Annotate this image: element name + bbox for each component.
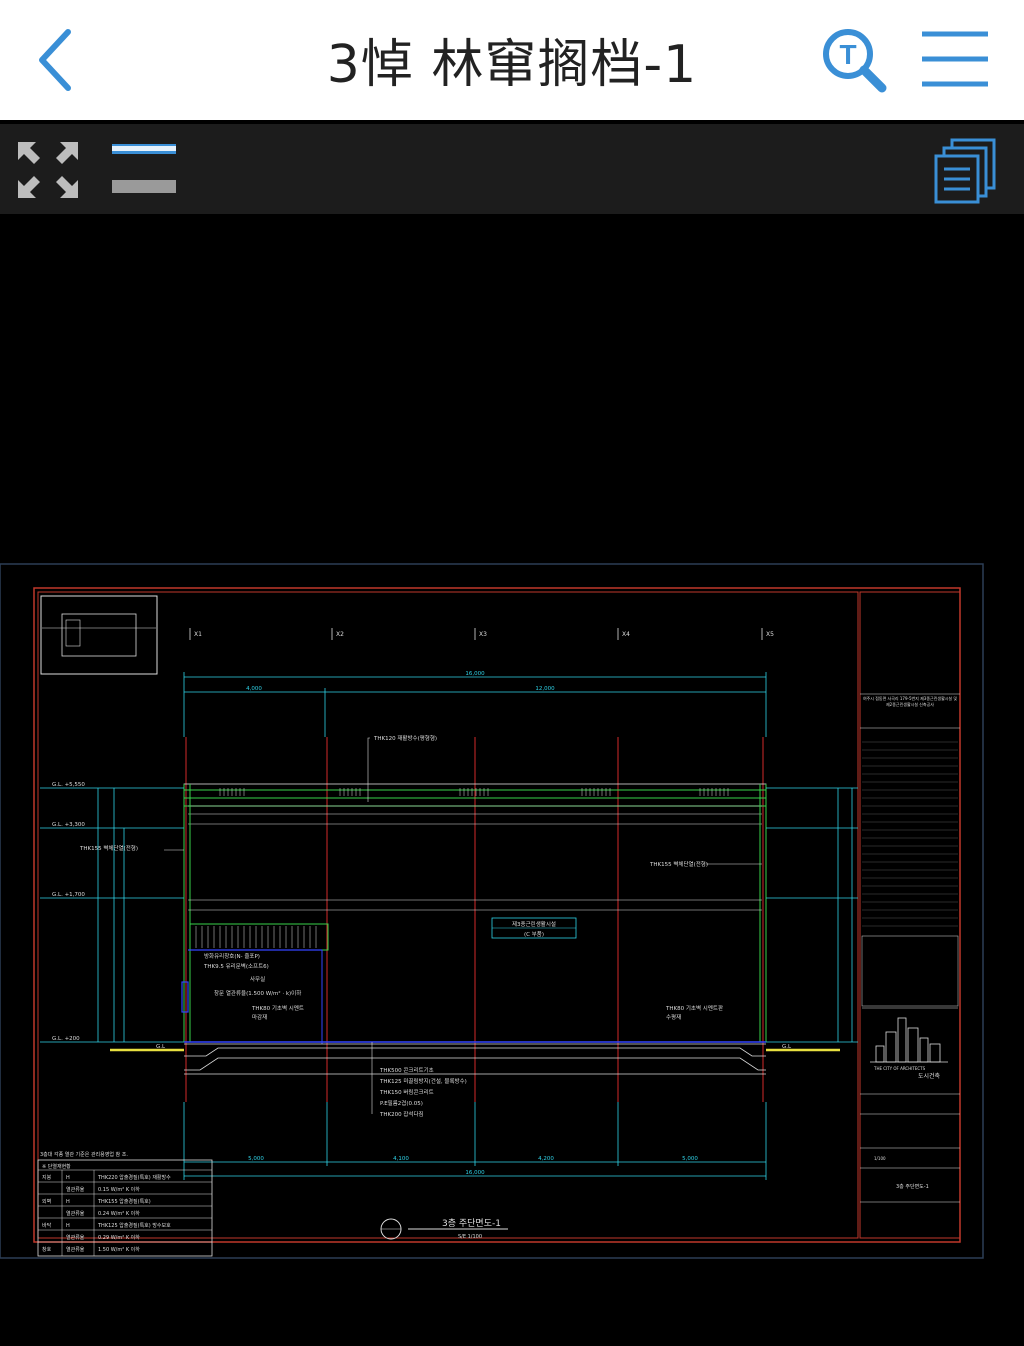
floor-note-right-1: THK80 기초벽 시멘트판 (665, 1004, 723, 1012)
svg-text:도시건축: 도시건축 (918, 1072, 941, 1080)
room-note-2: THK9.5 유리문벽(소프트6) (203, 962, 269, 970)
text-search-icon: T (823, 29, 887, 93)
svg-text:0.29 W/m² K 이하: 0.29 W/m² K 이하 (98, 1234, 140, 1241)
expand-arrows-icon (18, 142, 78, 198)
room-note-3: 사무실 (250, 975, 265, 983)
left-gl-label: G.L (156, 1044, 166, 1050)
slab-note-5: THK200 잡석다짐 (379, 1110, 424, 1118)
svg-text:0.15 W/m² K 이하: 0.15 W/m² K 이하 (98, 1186, 140, 1193)
sheet-title: 3층 주단면도-1 (442, 1218, 501, 1229)
column-grid-lines (185, 737, 764, 1102)
cad-drawing[interactable]: X1 X2 X3 X4 X5 16,000 4,000 12,000 G.L. … (0, 562, 984, 1260)
slab-note-3: THK150 버림콘크리트 (379, 1088, 434, 1096)
app-header: 3悼 林窜搁档-1 T (0, 0, 1024, 120)
svg-text:H: H (66, 1223, 70, 1229)
svg-text:바닥: 바닥 (42, 1222, 52, 1229)
right-gl-label: G.L (782, 1044, 792, 1050)
svg-text:외벽: 외벽 (42, 1198, 51, 1205)
svg-text:3층대 각종 열관 기준은 관리용영업 참 조.: 3층대 각종 열관 기준은 관리용영업 참 조. (40, 1151, 128, 1158)
floor-note-1: THK80 기초벽 시멘트 (251, 1004, 304, 1012)
svg-text:1/100: 1/100 (874, 1156, 886, 1161)
title-block-project: 여주시 점동면 사곡리 179-5번지 제3종근린생활시설 및 제2종근린생활시… (862, 696, 958, 707)
grid-label-4: X4 (622, 631, 630, 638)
grid-label-2: X2 (336, 631, 344, 638)
floor-note-2: 마감재 (252, 1013, 267, 1021)
room-note-4: 창문 열관류율(1.500 W/m² · k)이하 (214, 989, 301, 997)
grid-markers (189, 628, 763, 640)
sheet-scale: S/E 1/100 (458, 1234, 482, 1240)
top-dimension-2: 12,000 (535, 686, 555, 692)
level-label-3: G.L. +1,700 (52, 892, 85, 898)
level-label-4: G.L. +200 (52, 1036, 80, 1042)
level-label-1: G.L. +5,550 (52, 782, 85, 788)
hamburger-menu-icon (922, 31, 988, 87)
slab-note-4: P.E필름2겹(0.05) (380, 1099, 423, 1107)
slab-note-2: THK125 미끌림방지(건설, 블록방수) (379, 1077, 467, 1085)
bottom-dimension-4: 5,000 (682, 1156, 698, 1162)
document-stack-icon (934, 138, 996, 204)
sheet-border (33, 587, 961, 1243)
top-dimension-1: 4,000 (246, 686, 262, 692)
right-wall-note: THK155 벽체단열(전형) (649, 860, 708, 868)
layers-icon (112, 144, 176, 193)
drawing-canvas[interactable]: X1 X2 X3 X4 X5 16,000 4,000 12,000 G.L. … (0, 214, 1024, 1346)
insulation-legend: 3층대 각종 열관 기준은 관리용영업 참 조. ※ 단열재현황 지붕 H TH… (37, 1151, 213, 1257)
level-dimensions (40, 787, 858, 1043)
center-label-1: 제3종근린생활시설 (512, 920, 556, 928)
svg-text:THE CITY OF ARCHITECTS: THE CITY OF ARCHITECTS (873, 1066, 926, 1071)
svg-text:열관류율: 열관류율 (66, 1210, 85, 1217)
level-label-2: G.L. +3,300 (52, 822, 85, 828)
svg-text:H: H (66, 1175, 70, 1181)
svg-text:0.24 W/m² K 이하: 0.24 W/m² K 이하 (98, 1210, 140, 1217)
top-dimensions (183, 672, 767, 737)
bottom-dimension-3: 4,200 (538, 1156, 554, 1162)
grid-label-5: X5 (766, 631, 774, 638)
room-note-1: 방화유리창호(N- 줄포P) (204, 952, 260, 960)
svg-text:지붕: 지붕 (42, 1174, 52, 1181)
bottom-dimension-total: 16,000 (465, 1170, 485, 1176)
floor-note-right-2: 수평재 (666, 1013, 681, 1021)
svg-text:창호: 창호 (42, 1246, 52, 1253)
layer-toggle-button[interactable] (108, 140, 180, 200)
bottom-dimension-2: 4,100 (393, 1156, 409, 1162)
svg-text:3층 주단면도-1: 3층 주단면도-1 (896, 1183, 929, 1190)
svg-text:열관류율: 열관류율 (66, 1234, 85, 1241)
svg-text:THK155 압출경질(특호): THK155 압출경질(특호) (97, 1198, 151, 1205)
svg-text:H: H (66, 1199, 70, 1205)
grid-label-3: X3 (479, 631, 487, 638)
svg-text:열관류율: 열관류율 (66, 1186, 85, 1193)
text-search-button[interactable]: T (818, 24, 894, 100)
title-block: THE CITY OF ARCHITECTS 도시건축 3층 주단면도-1 1/… (859, 591, 961, 1239)
left-wall-note: THK155 벽체단열(전형) (79, 844, 138, 852)
svg-text:T: T (839, 39, 856, 70)
office-room (181, 923, 329, 1044)
layout-list-button[interactable] (930, 136, 1000, 206)
company-logo (870, 1017, 948, 1063)
viewer-toolbar (0, 124, 1024, 214)
svg-text:열관류율: 열관류율 (66, 1246, 85, 1253)
overall-dimension: 16,000 (465, 671, 485, 677)
center-label-2: (C 부품) (524, 931, 544, 938)
key-plan (40, 595, 158, 675)
svg-text:※ 단열재현황: ※ 단열재현황 (42, 1163, 71, 1170)
svg-text:THK125 압출경질(특호) 방수보호: THK125 압출경질(특호) 방수보호 (97, 1222, 171, 1229)
bottom-dimension-1: 5,000 (248, 1156, 264, 1162)
fit-screen-button[interactable] (14, 138, 82, 202)
menu-button[interactable] (918, 26, 992, 92)
roof-note: THK120 재활방수(평형형) (373, 734, 437, 742)
slab-note-1: THK500 콘크리트기초 (379, 1066, 434, 1074)
svg-text:1.50 W/m² K 이하: 1.50 W/m² K 이하 (98, 1246, 140, 1253)
svg-text:THK220 압출경질(특호) 재활방수: THK220 압출경질(특호) 재활방수 (97, 1174, 171, 1181)
grid-label-1: X1 (194, 631, 202, 638)
